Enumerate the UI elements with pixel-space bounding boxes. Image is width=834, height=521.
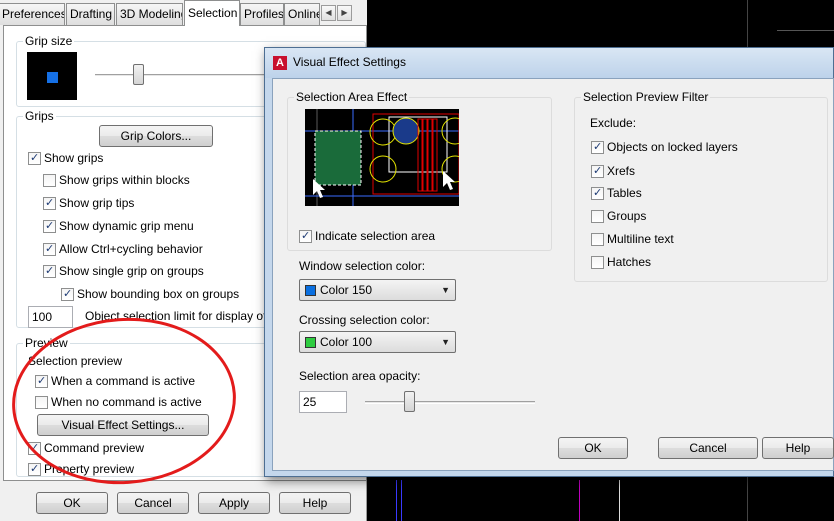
grip-size-slider-thumb[interactable] xyxy=(133,64,144,85)
when-command-active-checkbox[interactable]: When a command is active xyxy=(35,374,195,390)
checkbox-icon[interactable] xyxy=(299,230,312,243)
exclude-label: Exclude: xyxy=(590,116,637,130)
checkbox-icon[interactable] xyxy=(43,220,56,233)
vfx-ok-button[interactable]: OK xyxy=(558,437,628,459)
options-ok-button[interactable]: OK xyxy=(36,492,108,514)
canvas-line xyxy=(401,480,402,521)
canvas-line xyxy=(619,480,620,521)
checkbox-icon[interactable] xyxy=(28,442,41,455)
checkbox-icon[interactable] xyxy=(28,152,41,165)
selection-preview-label: Selection preview xyxy=(28,354,123,368)
vfx-help-button[interactable]: Help xyxy=(762,437,834,459)
window-color-dropdown[interactable]: Color 150 ▼ xyxy=(299,279,456,301)
grip-size-title: Grip size xyxy=(23,34,75,48)
checkbox-icon[interactable] xyxy=(43,265,56,278)
visual-effect-settings-dialog: A Visual Effect Settings Selection Area … xyxy=(264,47,834,477)
checkbox-icon[interactable] xyxy=(591,256,604,269)
crossing-color-dropdown[interactable]: Color 100 ▼ xyxy=(299,331,456,353)
options-help-button[interactable]: Help xyxy=(279,492,351,514)
checkbox-icon[interactable] xyxy=(43,174,56,187)
options-cancel-button[interactable]: Cancel xyxy=(117,492,189,514)
opacity-slider-thumb[interactable] xyxy=(404,391,415,412)
grips-title: Grips xyxy=(23,109,56,123)
tab-drafting[interactable]: Drafting xyxy=(66,3,115,25)
dialog-titlebar[interactable]: A Visual Effect Settings xyxy=(265,48,833,78)
selection-effect-preview xyxy=(305,109,459,206)
checkbox-icon[interactable] xyxy=(591,165,604,178)
object-limit-input[interactable]: 100 xyxy=(28,306,73,328)
checkbox-icon[interactable] xyxy=(43,197,56,210)
dialog-title: Visual Effect Settings xyxy=(293,55,406,69)
checkbox-icon[interactable] xyxy=(591,187,604,200)
command-preview-checkbox[interactable]: Command preview xyxy=(28,441,144,457)
tab-scroll-right-icon[interactable]: ▶ xyxy=(337,5,352,21)
preview-title: Preview xyxy=(23,336,70,350)
checkbox-icon[interactable] xyxy=(43,243,56,256)
opacity-slider-track[interactable] xyxy=(365,401,535,404)
show-single-grip-on-groups-checkbox[interactable]: Show single grip on groups xyxy=(43,264,204,280)
selection-preview-drawing xyxy=(305,109,459,206)
exclude-groups-checkbox[interactable]: Groups xyxy=(591,209,646,225)
vfx-cancel-button[interactable]: Cancel xyxy=(658,437,758,459)
tab-selection[interactable]: Selection xyxy=(184,0,240,26)
checkbox-icon[interactable] xyxy=(591,210,604,223)
canvas-line xyxy=(396,480,397,521)
dialog-body: Selection Area Effect ✓Indicate selectio… xyxy=(272,78,834,471)
checkbox-icon[interactable] xyxy=(35,396,48,409)
checkbox-icon[interactable] xyxy=(35,375,48,388)
checkbox-icon[interactable] xyxy=(28,463,41,476)
window-color-swatch xyxy=(305,285,316,296)
allow-ctrl-cycling-checkbox[interactable]: Allow Ctrl+cycling behavior xyxy=(43,242,203,258)
crossing-color-label: Crossing selection color: xyxy=(299,313,430,327)
chevron-down-icon[interactable]: ▼ xyxy=(441,332,450,352)
opacity-input[interactable]: 25 xyxy=(299,391,347,413)
when-no-command-active-checkbox[interactable]: When no command is active xyxy=(35,395,202,411)
exclude-locked-layers-checkbox[interactable]: Objects on locked layers xyxy=(591,140,738,156)
selection-preview-filter-title: Selection Preview Filter xyxy=(581,90,711,104)
indicate-selection-area-checkbox[interactable]: Indicate selection area xyxy=(299,229,435,245)
selection-area-effect-title: Selection Area Effect xyxy=(294,90,410,104)
tab-scroll-left-icon[interactable]: ◀ xyxy=(321,5,336,21)
show-dynamic-grip-menu-checkbox[interactable]: Show dynamic grip menu xyxy=(43,219,194,235)
checkbox-icon[interactable] xyxy=(591,233,604,246)
tab-profiles[interactable]: Profiles xyxy=(240,3,284,25)
grip-size-preview xyxy=(27,52,77,100)
canvas-line xyxy=(579,480,580,521)
exclude-multiline-text-checkbox[interactable]: Multiline text xyxy=(591,232,674,248)
canvas-line xyxy=(777,30,834,31)
show-grips-within-blocks-checkbox[interactable]: Show grips within blocks xyxy=(43,173,190,189)
tab-3d-modeling[interactable]: 3D Modeling xyxy=(116,3,183,25)
tab-preferences[interactable]: Preferences xyxy=(0,3,65,25)
autocad-logo-icon: A xyxy=(273,56,287,70)
exclude-xrefs-checkbox[interactable]: Xrefs xyxy=(591,164,635,180)
options-apply-button[interactable]: Apply xyxy=(198,492,270,514)
options-tabbar: Preferences Drafting 3D Modeling Selecti… xyxy=(0,0,367,26)
exclude-tables-checkbox[interactable]: Tables xyxy=(591,186,642,202)
visual-effect-settings-button[interactable]: Visual Effect Settings... xyxy=(37,414,209,436)
show-grip-tips-checkbox[interactable]: Show grip tips xyxy=(43,196,134,212)
exclude-hatches-checkbox[interactable]: Hatches xyxy=(591,255,651,271)
window-color-label: Window selection color: xyxy=(299,259,426,273)
chevron-down-icon[interactable]: ▼ xyxy=(441,280,450,300)
grip-square-icon xyxy=(47,72,58,83)
tab-online[interactable]: Online xyxy=(284,3,320,25)
checkbox-icon[interactable] xyxy=(591,141,604,154)
show-grips-checkbox[interactable]: Show grips xyxy=(28,151,103,167)
crossing-color-swatch xyxy=(305,337,316,348)
opacity-label: Selection area opacity: xyxy=(299,369,421,383)
property-preview-checkbox[interactable]: Property preview xyxy=(28,462,134,478)
checkbox-icon[interactable] xyxy=(61,288,74,301)
show-bounding-box-on-groups-checkbox[interactable]: Show bounding box on groups xyxy=(61,287,239,303)
grip-colors-button[interactable]: Grip Colors... xyxy=(99,125,213,147)
